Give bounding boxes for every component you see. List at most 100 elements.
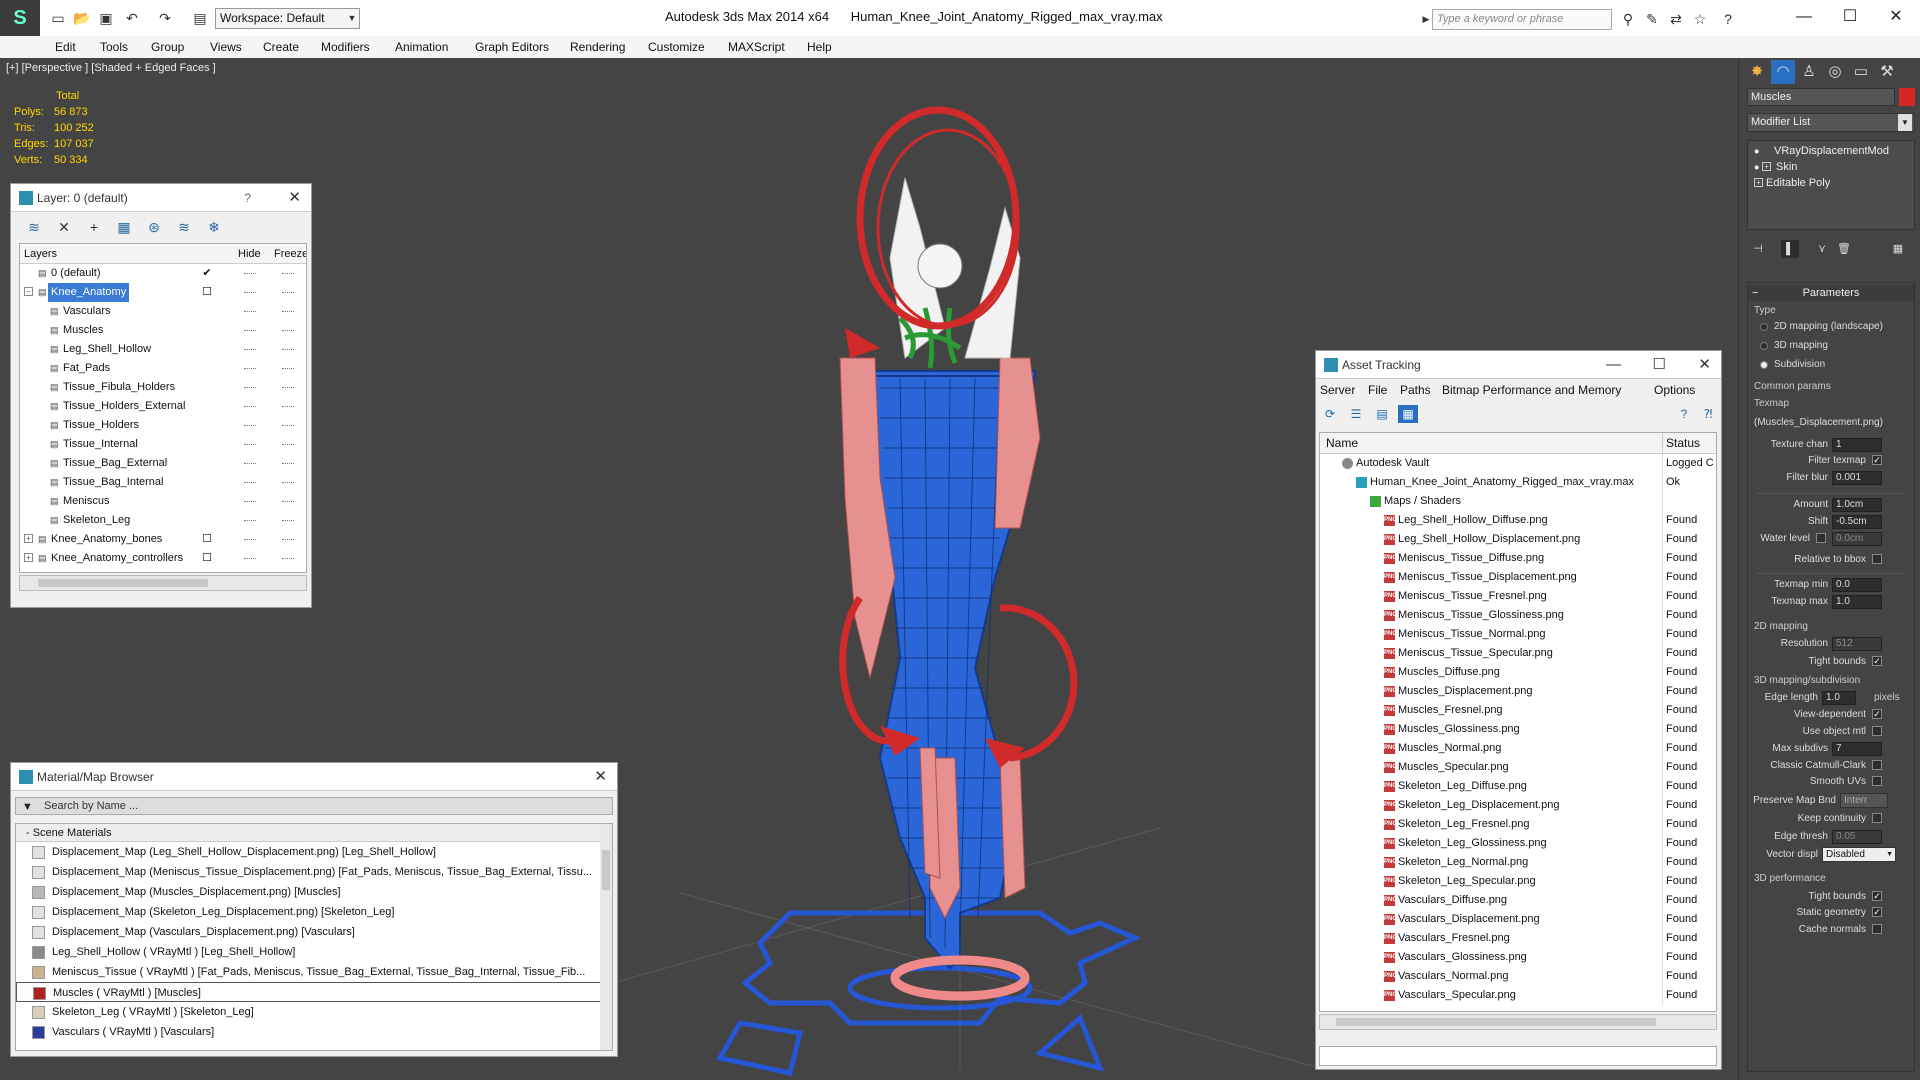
edge-length-spinner[interactable]: 1.0 [1822, 691, 1856, 705]
asset-row[interactable]: PNG Skeleton_Leg_Fresnel.png Found [1320, 815, 1716, 834]
table-view-icon[interactable]: ▦ [1398, 405, 1418, 423]
texmap-max-spinner[interactable]: 1.0 [1832, 595, 1882, 609]
current-layer-checkbox[interactable]: ☐ [201, 533, 213, 545]
search-input[interactable]: Type a keyword or phrase [1432, 9, 1612, 30]
expand-icon[interactable]: + [1762, 162, 1771, 171]
vertical-scrollbar[interactable] [600, 824, 612, 1050]
layer-row[interactable]: ▤ Tissue_Bag_External [20, 454, 306, 473]
new-file-icon[interactable]: ▭ [48, 8, 68, 28]
water-level-checkbox[interactable] [1816, 533, 1826, 543]
scene-materials-group[interactable]: - Scene Materials [16, 824, 612, 842]
radio-2d-mapping[interactable]: 2D mapping (landscape) [1760, 321, 1883, 332]
asset-row[interactable]: PNG Skeleton_Leg_Specular.png Found [1320, 872, 1716, 891]
layer-row[interactable]: ▤ Tissue_Holders_External [20, 397, 306, 416]
hide-toggle[interactable] [244, 501, 256, 503]
asset-row[interactable]: PNG Meniscus_Tissue_Displacement.png Found [1320, 568, 1716, 587]
freeze-toggle[interactable] [282, 311, 294, 313]
material-search-input[interactable]: ▼ Search by Name ... [15, 797, 613, 815]
asset-row[interactable]: Maps / Shaders [1320, 492, 1716, 511]
maximize-icon[interactable]: ☐ [1653, 351, 1666, 379]
freeze-toggle[interactable] [282, 349, 294, 351]
material-row[interactable]: Displacement_Map (Skeleton_Leg_Displacem… [16, 902, 604, 922]
layer-row[interactable]: ▤ Skeleton_Leg [20, 511, 306, 530]
layer-row[interactable]: − ▤ Knee_Anatomy ☐ [20, 283, 306, 302]
radio-3d-mapping[interactable]: 3D mapping [1760, 340, 1828, 351]
modify-tab-icon[interactable]: ◠ [1771, 60, 1795, 84]
freeze-toggle[interactable] [282, 444, 294, 446]
minimize-button[interactable]: — [1784, 4, 1824, 30]
asset-path-field[interactable] [1319, 1046, 1717, 1066]
material-row[interactable]: Muscles ( VRayMtl ) [Muscles] [16, 982, 604, 1002]
hide-toggle[interactable] [244, 520, 256, 522]
close-window-button[interactable]: ✕ [1876, 4, 1916, 30]
favorites-star-icon[interactable]: ☆ [1690, 9, 1710, 29]
shift-spinner[interactable]: -0.5cm [1832, 515, 1882, 529]
project-folder-icon[interactable]: ▤ [190, 8, 210, 28]
hide-toggle[interactable] [244, 349, 256, 351]
asset-row[interactable]: PNG Muscles_Specular.png Found [1320, 758, 1716, 777]
hide-toggle[interactable] [244, 558, 256, 560]
asset-row[interactable]: PNG Vasculars_Displacement.png Found [1320, 910, 1716, 929]
asset-row[interactable]: PNG Skeleton_Leg_Glossiness.png Found [1320, 834, 1716, 853]
viewport-label[interactable]: [+] [Perspective ] [Shaded + Edged Faces… [6, 62, 216, 74]
close-icon[interactable]: ✕ [288, 184, 301, 212]
material-row[interactable]: Leg_Shell_Hollow ( VRayMtl ) [Leg_Shell_… [16, 942, 604, 962]
asset-row[interactable]: PNG Muscles_Glossiness.png Found [1320, 720, 1716, 739]
material-row[interactable]: Displacement_Map (Vasculars_Displacement… [16, 922, 604, 942]
asset-row[interactable]: Autodesk Vault Logged C [1320, 454, 1716, 473]
static-geometry-checkbox[interactable]: ✓ [1872, 907, 1882, 917]
col-freeze[interactable]: Freeze [274, 244, 306, 264]
modifier-list-dropdown[interactable]: Modifier List ▼ [1747, 113, 1915, 132]
create-tab-icon[interactable]: ✸ [1745, 60, 1769, 84]
layer-row[interactable]: ▤ Tissue_Fibula_Holders [20, 378, 306, 397]
material-row[interactable]: Meniscus_Tissue ( VRayMtl ) [Fat_Pads, M… [16, 962, 604, 982]
filter-icon[interactable]: ▼ [22, 799, 33, 815]
layer-help-button[interactable]: ? [244, 184, 251, 212]
asset-row[interactable]: PNG Meniscus_Tissue_Fresnel.png Found [1320, 587, 1716, 606]
remove-modifier-icon[interactable]: 🗑 [1835, 240, 1853, 258]
close-icon[interactable]: ✕ [594, 763, 607, 791]
hide-toggle[interactable] [244, 311, 256, 313]
layer-row[interactable]: ▤ Fat_Pads [20, 359, 306, 378]
menu-modifiers[interactable]: Modifiers [321, 40, 370, 54]
workspace-dropdown[interactable]: Workspace: Default [215, 8, 360, 29]
highlight-layer-icon[interactable]: ⊛ [143, 217, 165, 237]
layer-row[interactable]: ▤ Tissue_Bag_Internal [20, 473, 306, 492]
redo-icon[interactable]: ↷ [155, 8, 175, 28]
view-dependent-checkbox[interactable]: ✓ [1872, 709, 1882, 719]
menu-edit[interactable]: Edit [55, 40, 76, 54]
menu-help[interactable]: Help [807, 40, 832, 54]
texmap-min-spinner[interactable]: 0.0 [1832, 578, 1882, 592]
menu-create[interactable]: Create [263, 40, 299, 54]
expand-icon[interactable]: − [24, 287, 33, 296]
save-file-icon[interactable]: ▣ [96, 8, 116, 28]
light-bulb-icon[interactable]: ● [1754, 162, 1759, 172]
hide-all-icon[interactable]: ≋ [173, 217, 195, 237]
stack-item-skin[interactable]: ● + Skin [1748, 159, 1914, 175]
hide-toggle[interactable] [244, 444, 256, 446]
material-row[interactable]: Displacement_Map (Meniscus_Tissue_Displa… [16, 862, 604, 882]
exchange-icon[interactable]: ⇄ [1666, 9, 1686, 29]
material-row[interactable]: Displacement_Map (Muscles_Displacement.p… [16, 882, 604, 902]
filter-blur-spinner[interactable]: 0.001 [1832, 471, 1882, 485]
asset-row[interactable]: PNG Muscles_Fresnel.png Found [1320, 701, 1716, 720]
open-file-icon[interactable]: 📂 [72, 8, 92, 28]
hide-toggle[interactable] [244, 292, 256, 294]
material-row[interactable]: Vasculars ( VRayMtl ) [Vasculars] [16, 1022, 604, 1042]
hide-toggle[interactable] [244, 387, 256, 389]
max-subdivs-spinner[interactable]: 7 [1832, 742, 1882, 756]
hierarchy-tab-icon[interactable]: ♙ [1797, 60, 1821, 84]
hide-toggle[interactable] [244, 482, 256, 484]
keep-continuity-checkbox[interactable] [1872, 813, 1882, 823]
freeze-toggle[interactable] [282, 273, 294, 275]
preserve-map-bnd-dropdown[interactable]: Interr [1840, 793, 1888, 808]
vector-displ-dropdown[interactable]: Disabled ▼ [1822, 847, 1896, 862]
tight-bounds-checkbox[interactable]: ✓ [1872, 656, 1882, 666]
asset-row[interactable]: PNG Leg_Shell_Hollow_Displacement.png Foun… [1320, 530, 1716, 549]
filter-texmap-checkbox[interactable]: ✓ [1872, 455, 1882, 465]
list-view-icon[interactable]: ☰ [1346, 405, 1366, 423]
amount-spinner[interactable]: 1.0cm [1832, 498, 1882, 512]
texmap-button[interactable]: (Muscles_Displacement.png) [1754, 417, 1883, 428]
asset-tracking-title-bar[interactable]: Asset Tracking — ☐ ✕ [1316, 351, 1721, 379]
water-level-spinner[interactable]: 0.0cm [1832, 532, 1882, 546]
